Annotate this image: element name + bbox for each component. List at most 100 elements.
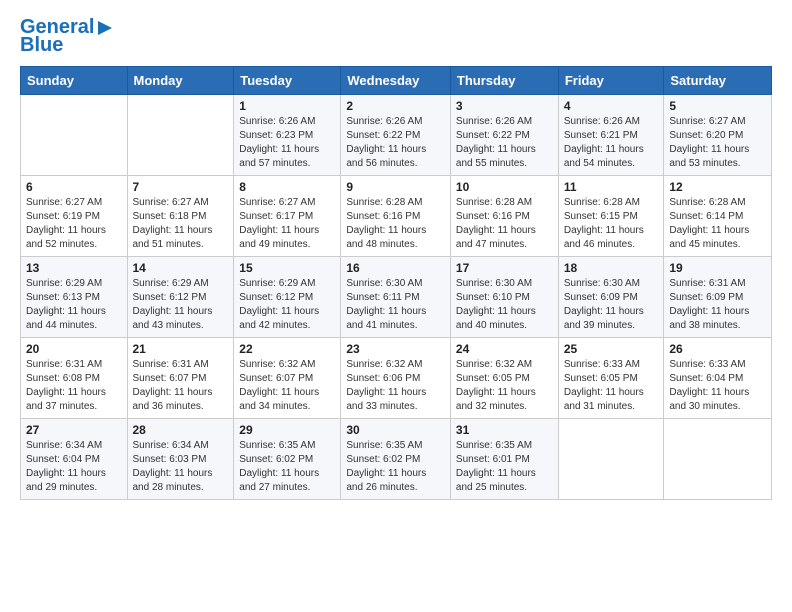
calendar-week-3: 13Sunrise: 6:29 AM Sunset: 6:13 PM Dayli… [21,257,772,338]
calendar-header-row: SundayMondayTuesdayWednesdayThursdayFrid… [21,67,772,95]
day-info: Sunrise: 6:30 AM Sunset: 6:10 PM Dayligh… [456,277,553,333]
calendar-cell: 22 Sunrise: 6:32 AM Sunset: 6:07 PM Dayli… [234,338,341,419]
logo-arrow-icon [96,19,114,37]
day-info: Sunrise: 6:32 AM Sunset: 6:06 PM Dayligh… [346,358,445,414]
day-info: Sunrise: 6:27 AM Sunset: 6:19 PM Dayligh… [26,196,122,252]
day-number: 11 [564,180,659,194]
calendar-cell: 24Sunrise: 6:32 AM Sunset: 6:05 PM Dayli… [450,338,558,419]
day-info: Sunrise: 6:31 AM Sunset: 6:08 PM Dayligh… [26,358,122,414]
calendar-cell: 2 Sunrise: 6:26 AM Sunset: 6:22 PM Daylig… [341,95,451,176]
logo: General Blue [20,16,114,56]
calendar-cell: 9 Sunrise: 6:28 AM Sunset: 6:16 PM Daylig… [341,176,451,257]
day-number: 8 [239,180,335,194]
calendar-cell: 30Sunrise: 6:35 AM Sunset: 6:02 PM Dayli… [341,419,451,500]
weekday-header-wednesday: Wednesday [341,67,451,95]
day-info: Sunrise: 6:29 AM Sunset: 6:12 PM Dayligh… [239,277,335,333]
calendar-body: 1Sunrise: 6:26 AM Sunset: 6:23 PM Daylig… [21,95,772,500]
calendar-table: SundayMondayTuesdayWednesdayThursdayFrid… [20,66,772,500]
day-info: Sunrise: 6:31 AM Sunset: 6:07 PM Dayligh… [133,358,229,414]
day-info: Sunrise: 6:28 AM Sunset: 6:14 PM Dayligh… [669,196,766,252]
calendar-cell: 10 Sunrise: 6:28 AM Sunset: 6:16 PM Dayli… [450,176,558,257]
day-number: 17 [456,261,553,275]
day-number: 20 [26,342,122,356]
calendar-cell [127,95,234,176]
day-info: Sunrise: 6:33 AM Sunset: 6:04 PM Dayligh… [669,358,766,414]
day-info: Sunrise: 6:26 AM Sunset: 6:22 PM Dayligh… [456,115,553,171]
day-info: Sunrise: 6:27 AM Sunset: 6:18 PM Dayligh… [133,196,229,252]
day-number: 9 [346,180,445,194]
day-number: 10 [456,180,553,194]
day-info: Sunrise: 6:34 AM Sunset: 6:04 PM Dayligh… [26,439,122,495]
calendar-cell: 31 Sunrise: 6:35 AM Sunset: 6:01 PM Dayli… [450,419,558,500]
calendar-cell: 3Sunrise: 6:26 AM Sunset: 6:22 PM Daylig… [450,95,558,176]
calendar-cell: 17 Sunrise: 6:30 AM Sunset: 6:10 PM Dayli… [450,257,558,338]
calendar-cell: 13Sunrise: 6:29 AM Sunset: 6:13 PM Dayli… [21,257,128,338]
day-info: Sunrise: 6:26 AM Sunset: 6:21 PM Dayligh… [564,115,659,171]
day-info: Sunrise: 6:28 AM Sunset: 6:16 PM Dayligh… [456,196,553,252]
calendar-cell: 5 Sunrise: 6:27 AM Sunset: 6:20 PM Daylig… [664,95,772,176]
day-info: Sunrise: 6:35 AM Sunset: 6:02 PM Dayligh… [239,439,335,495]
day-number: 6 [26,180,122,194]
weekday-header-thursday: Thursday [450,67,558,95]
weekday-header-monday: Monday [127,67,234,95]
calendar-cell [664,419,772,500]
calendar-cell: 7Sunrise: 6:27 AM Sunset: 6:18 PM Daylig… [127,176,234,257]
day-info: Sunrise: 6:27 AM Sunset: 6:17 PM Dayligh… [239,196,335,252]
day-number: 24 [456,342,553,356]
day-number: 19 [669,261,766,275]
calendar-cell: 21Sunrise: 6:31 AM Sunset: 6:07 PM Dayli… [127,338,234,419]
day-info: Sunrise: 6:30 AM Sunset: 6:09 PM Dayligh… [564,277,659,333]
weekday-header-sunday: Sunday [21,67,128,95]
day-info: Sunrise: 6:26 AM Sunset: 6:22 PM Dayligh… [346,115,445,171]
calendar-cell: 23 Sunrise: 6:32 AM Sunset: 6:06 PM Dayli… [341,338,451,419]
day-info: Sunrise: 6:34 AM Sunset: 6:03 PM Dayligh… [133,439,229,495]
day-info: Sunrise: 6:30 AM Sunset: 6:11 PM Dayligh… [346,277,445,333]
day-number: 31 [456,423,553,437]
calendar-cell: 18Sunrise: 6:30 AM Sunset: 6:09 PM Dayli… [558,257,664,338]
day-number: 2 [346,99,445,113]
day-info: Sunrise: 6:29 AM Sunset: 6:13 PM Dayligh… [26,277,122,333]
logo-text-blue: Blue [20,34,63,56]
day-number: 15 [239,261,335,275]
calendar-cell: 11 Sunrise: 6:28 AM Sunset: 6:15 PM Dayli… [558,176,664,257]
day-info: Sunrise: 6:28 AM Sunset: 6:16 PM Dayligh… [346,196,445,252]
day-info: Sunrise: 6:26 AM Sunset: 6:23 PM Dayligh… [239,115,335,171]
calendar-cell: 26 Sunrise: 6:33 AM Sunset: 6:04 PM Dayli… [664,338,772,419]
calendar-cell: 27 Sunrise: 6:34 AM Sunset: 6:04 PM Dayli… [21,419,128,500]
day-info: Sunrise: 6:31 AM Sunset: 6:09 PM Dayligh… [669,277,766,333]
day-number: 28 [133,423,229,437]
calendar-cell: 19 Sunrise: 6:31 AM Sunset: 6:09 PM Dayli… [664,257,772,338]
day-number: 27 [26,423,122,437]
day-info: Sunrise: 6:35 AM Sunset: 6:01 PM Dayligh… [456,439,553,495]
day-number: 23 [346,342,445,356]
weekday-header-tuesday: Tuesday [234,67,341,95]
day-info: Sunrise: 6:28 AM Sunset: 6:15 PM Dayligh… [564,196,659,252]
calendar-week-1: 1Sunrise: 6:26 AM Sunset: 6:23 PM Daylig… [21,95,772,176]
day-number: 25 [564,342,659,356]
day-number: 22 [239,342,335,356]
calendar-cell: 4Sunrise: 6:26 AM Sunset: 6:21 PM Daylig… [558,95,664,176]
day-number: 16 [346,261,445,275]
day-info: Sunrise: 6:27 AM Sunset: 6:20 PM Dayligh… [669,115,766,171]
page: General Blue SundayMondayTuesdayWednesda… [0,0,792,612]
day-info: Sunrise: 6:29 AM Sunset: 6:12 PM Dayligh… [133,277,229,333]
calendar-week-2: 6 Sunrise: 6:27 AM Sunset: 6:19 PM Daylig… [21,176,772,257]
calendar-cell: 12Sunrise: 6:28 AM Sunset: 6:14 PM Dayli… [664,176,772,257]
header: General Blue [20,16,772,56]
day-info: Sunrise: 6:33 AM Sunset: 6:05 PM Dayligh… [564,358,659,414]
day-number: 26 [669,342,766,356]
calendar-cell: 15 Sunrise: 6:29 AM Sunset: 6:12 PM Dayli… [234,257,341,338]
calendar-cell: 29Sunrise: 6:35 AM Sunset: 6:02 PM Dayli… [234,419,341,500]
day-info: Sunrise: 6:32 AM Sunset: 6:07 PM Dayligh… [239,358,335,414]
calendar-cell [558,419,664,500]
calendar-cell [21,95,128,176]
calendar-cell: 20 Sunrise: 6:31 AM Sunset: 6:08 PM Dayli… [21,338,128,419]
weekday-header-saturday: Saturday [664,67,772,95]
calendar-cell: 25 Sunrise: 6:33 AM Sunset: 6:05 PM Dayli… [558,338,664,419]
weekday-header-friday: Friday [558,67,664,95]
calendar-cell: 6 Sunrise: 6:27 AM Sunset: 6:19 PM Daylig… [21,176,128,257]
calendar-cell: 16 Sunrise: 6:30 AM Sunset: 6:11 PM Dayli… [341,257,451,338]
day-number: 5 [669,99,766,113]
calendar-week-4: 20 Sunrise: 6:31 AM Sunset: 6:08 PM Dayli… [21,338,772,419]
calendar-cell: 14Sunrise: 6:29 AM Sunset: 6:12 PM Dayli… [127,257,234,338]
